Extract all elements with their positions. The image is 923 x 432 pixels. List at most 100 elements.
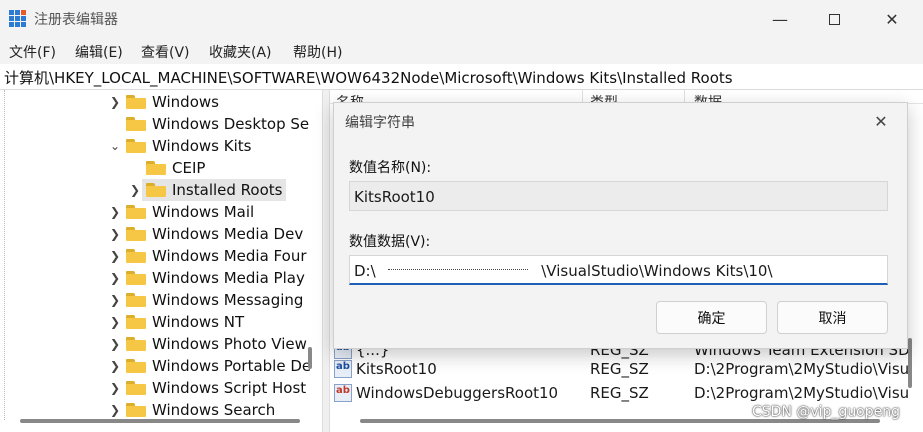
tree-node-label: Windows Portable De — [152, 357, 312, 375]
pane-splitter[interactable] — [322, 90, 330, 432]
list-cell-type: REG_SZ — [590, 360, 649, 378]
chevron-right-icon[interactable]: ❯ — [108, 315, 122, 329]
folder-icon — [126, 205, 146, 219]
tree-node-label: Windows Kits — [152, 137, 252, 155]
folder-icon — [126, 359, 146, 373]
close-button[interactable]: ✕ — [869, 0, 915, 38]
watermark: CSDN @vip_guopeng — [752, 404, 901, 420]
value-data-suffix: \VisualStudio\Windows Kits\10\ — [541, 262, 773, 280]
list-row[interactable]: ab KitsRoot10 REG_SZ D:\2Program\2MyStud… — [330, 357, 923, 381]
chevron-right-icon[interactable]: ❯ — [108, 249, 122, 263]
menu-view[interactable]: 查看(V) — [141, 42, 190, 62]
chevron-right-icon[interactable]: ❯ — [108, 381, 122, 395]
address-bar[interactable]: 计算机\HKEY_LOCAL_MACHINE\SOFTWARE\WOW6432N… — [0, 64, 923, 90]
chevron-right-icon[interactable]: ❯ — [108, 403, 122, 417]
tree-node-windows-portable[interactable]: ❯ Windows Portable De — [108, 355, 311, 377]
address-path[interactable]: 计算机\HKEY_LOCAL_MACHINE\SOFTWARE\WOW6432N… — [4, 67, 733, 88]
minimize-button[interactable]: — — [757, 0, 803, 38]
tree-node-label: Windows — [152, 93, 219, 111]
value-name-text: KitsRoot10 — [354, 188, 435, 206]
cancel-button-label: 取消 — [818, 310, 847, 327]
tree-node-windows-messaging[interactable]: ❯ Windows Messaging — [108, 289, 303, 311]
folder-icon — [126, 315, 146, 329]
chevron-right-icon[interactable]: ❯ — [108, 359, 122, 373]
tree-node-installed-roots[interactable]: ❯ Installed Roots — [128, 179, 287, 201]
value-name-label: 数值名称(N): — [349, 160, 432, 176]
tree-node-windows-mail[interactable]: ❯ Windows Mail — [108, 201, 254, 223]
tree-node-windows-desktop[interactable]: Windows Desktop Se — [108, 113, 309, 135]
ok-button[interactable]: 确定 — [656, 301, 767, 334]
chevron-right-icon[interactable]: ❯ — [108, 271, 122, 285]
tree-node-label: Windows Mail — [152, 203, 255, 221]
tree-horizontal-scrollbar[interactable] — [20, 419, 300, 423]
tree-node-label: Windows Messaging — [152, 291, 304, 309]
folder-icon — [126, 271, 146, 285]
chevron-right-icon[interactable]: ❯ — [108, 293, 122, 307]
value-data-input[interactable]: D:\ \VisualStudio\Windows Kits\10\ — [349, 255, 888, 285]
folder-icon — [126, 95, 146, 109]
redacted-path-segment — [388, 269, 529, 270]
maximize-button[interactable] — [811, 0, 857, 38]
tree-vertical-scrollbar[interactable] — [308, 347, 312, 369]
list-cell-data: D:\2Program\2MyStudio\Visu — [694, 384, 910, 402]
tree-node-windows-media-play[interactable]: ❯ Windows Media Play — [108, 267, 305, 289]
menu-edit[interactable]: 编辑(E) — [75, 42, 123, 62]
menu-favorites[interactable]: 收藏夹(A) — [209, 42, 272, 62]
folder-icon — [126, 139, 146, 153]
tree-node-selection: Installed Roots — [142, 179, 287, 201]
chevron-right-icon[interactable]: ❯ — [108, 227, 122, 241]
list-vertical-scrollbar[interactable] — [908, 338, 912, 388]
tree-node-windows-photo-view[interactable]: ❯ Windows Photo View — [108, 333, 307, 355]
tree-node-label: Windows Photo View — [152, 335, 307, 353]
string-value-icon: ab — [334, 360, 352, 378]
list-cell-data: D:\2Program\2MyStudio\Visu — [694, 360, 910, 378]
list-cell-type: REG_SZ — [590, 384, 649, 402]
folder-icon — [126, 381, 146, 395]
tree-node-windows-media-dev[interactable]: ❯ Windows Media Dev — [108, 223, 303, 245]
menu-bar: 文件(F) 编辑(E) 查看(V) 收藏夹(A) 帮助(H) — [0, 38, 923, 64]
folder-icon — [126, 293, 146, 307]
dialog-title: 编辑字符串 — [345, 115, 415, 131]
tree-node-label: Windows Media Dev — [152, 225, 304, 243]
string-value-icon: ab — [334, 384, 352, 402]
tree-node-windows-media-four[interactable]: ❯ Windows Media Four — [108, 245, 307, 267]
tree-node-windows-script-host[interactable]: ❯ Windows Script Host — [108, 377, 306, 399]
minimize-icon: — — [772, 9, 788, 29]
tree-node-label: Windows Media Play — [152, 269, 305, 287]
window-title: 注册表编辑器 — [34, 12, 118, 28]
menu-file[interactable]: 文件(F) — [9, 42, 56, 62]
list-row[interactable]: ab WindowsDebuggersRoot10 REG_SZ D:\2Pro… — [330, 381, 923, 405]
tree-guide-line — [4, 90, 5, 420]
tree-node-windows-nt[interactable]: ❯ Windows NT — [108, 311, 244, 333]
tree-node-label: Windows Script Host — [152, 379, 307, 397]
folder-icon — [146, 161, 166, 175]
chevron-down-icon[interactable]: ⌄ — [108, 139, 122, 153]
maximize-icon — [828, 13, 840, 25]
chevron-right-icon[interactable]: ❯ — [108, 95, 122, 109]
tree-node-label: Windows Search — [152, 401, 276, 419]
close-icon: ✕ — [874, 111, 888, 131]
chevron-right-icon[interactable]: ❯ — [108, 205, 122, 219]
folder-icon — [126, 337, 146, 351]
title-bar: 注册表编辑器 — ✕ — [0, 0, 923, 38]
menu-help[interactable]: 帮助(H) — [293, 42, 342, 62]
value-data-label: 数值数据(V): — [349, 234, 431, 250]
folder-icon — [126, 227, 146, 241]
folder-icon — [126, 249, 146, 263]
chevron-right-icon[interactable]: ❯ — [128, 183, 142, 197]
dialog-close-button[interactable]: ✕ — [866, 107, 896, 135]
cancel-button[interactable]: 取消 — [777, 301, 888, 334]
chevron-right-icon[interactable]: ❯ — [108, 337, 122, 351]
tree-node-windows[interactable]: ❯ Windows — [108, 91, 219, 113]
tree-node-windows-search[interactable]: ❯ Windows Search — [108, 399, 275, 421]
value-data-prefix: D:\ — [354, 262, 376, 280]
list-cell-name: KitsRoot10 — [356, 360, 437, 378]
tree-node-windows-kits[interactable]: ⌄ Windows Kits — [108, 135, 251, 157]
list-cell-name: WindowsDebuggersRoot10 — [356, 384, 559, 402]
tree-node-label: Windows NT — [152, 313, 245, 331]
folder-icon — [126, 403, 146, 417]
tree-node-ceip[interactable]: CEIP — [128, 157, 205, 179]
registry-tree[interactable]: ❯ Windows Windows Desktop Se ⌄ Windows K… — [0, 90, 322, 432]
value-name-field: KitsRoot10 — [349, 181, 888, 211]
tree-node-label: Installed Roots — [172, 181, 283, 199]
